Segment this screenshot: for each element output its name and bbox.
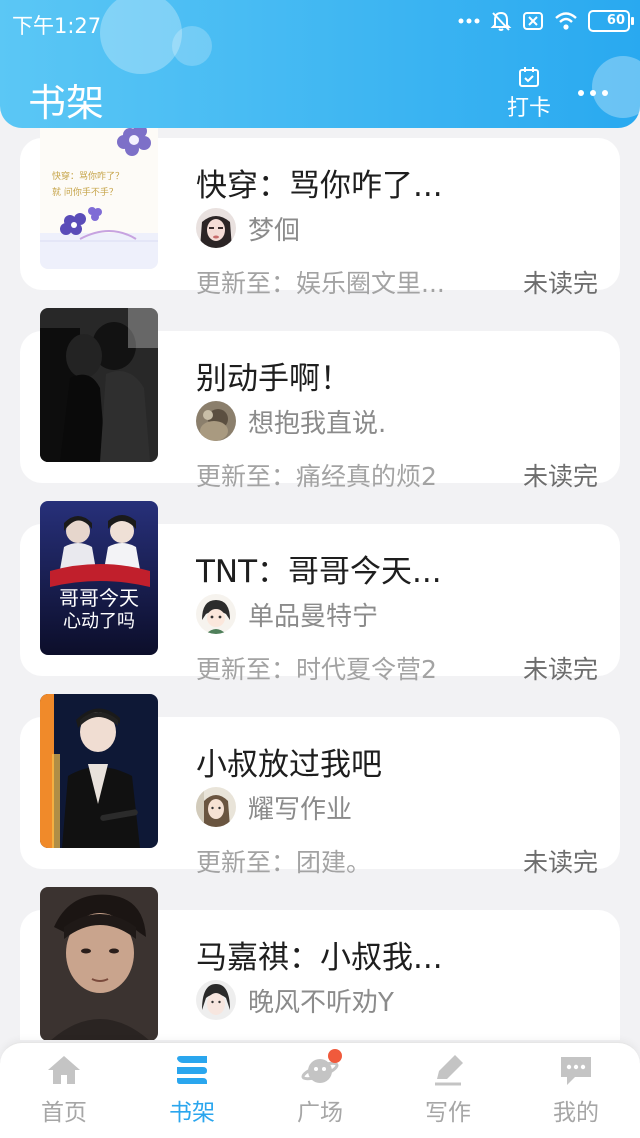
page-title: 书架 — [28, 81, 105, 125]
nav-label: 写作 — [425, 1100, 471, 1126]
book-card[interactable]: 别动手啊！ 想抱我直说. 更新至：痛经真的烦2 未读完 — [20, 308, 620, 491]
battery-icon: 60 — [588, 10, 634, 32]
book-cover[interactable] — [40, 887, 158, 1040]
author-name[interactable]: 晚风不听劝Y — [248, 982, 394, 1019]
cover-text: 就 问你手不手？ — [52, 186, 118, 198]
author-avatar[interactable] — [196, 980, 236, 1020]
book-title: 别动手啊！ — [196, 361, 351, 397]
book-card[interactable]: 马嘉祺：小叔我... 晚风不听劝Y — [20, 887, 620, 1040]
bottom-nav: 首页 书架 广场 写作 我的 — [0, 1042, 640, 1138]
app-header: 下午1:27 60 书架 打卡 — [0, 0, 640, 128]
read-status: 未读完 — [522, 269, 598, 298]
more-menu-button[interactable] — [578, 90, 608, 96]
status-icons: 60 — [458, 10, 634, 32]
checkin-label: 打卡 — [506, 96, 551, 121]
book-card[interactable]: 小叔放过我吧 耀写作业 更新至：团建。 未读完 — [20, 694, 620, 877]
home-icon — [48, 1056, 80, 1084]
read-status: 未读完 — [522, 848, 598, 877]
update-info: 更新至：团建。 — [196, 848, 372, 877]
checkin-button[interactable]: 打卡 — [505, 66, 553, 122]
nav-bookshelf[interactable]: 书架 — [142, 1053, 242, 1127]
book-card[interactable]: 快穿：骂你咋了？ 就 问你手不手？ 快穿：骂你咋了... 梦佪 更新至：娱乐圈文… — [20, 115, 620, 298]
bookshelf-list[interactable]: 快穿：骂你咋了？ 就 问你手不手？ 快穿：骂你咋了... 梦佪 更新至：娱乐圈文… — [0, 0, 640, 1040]
author-name[interactable]: 想抱我直说. — [248, 403, 386, 440]
update-info: 更新至：痛经真的烦2 — [196, 462, 437, 491]
author-name[interactable]: 单品曼特宁 — [248, 596, 378, 633]
author-name[interactable]: 耀写作业 — [248, 789, 352, 826]
notification-badge — [328, 1049, 342, 1063]
decor-bubble — [100, 0, 182, 74]
cover-subtitle: 心动了吗 — [63, 611, 135, 632]
nav-label: 首页 — [41, 1100, 87, 1126]
book-card[interactable]: 哥哥今天 心动了吗 TNT：哥哥今天... 单品曼特宁 更新至：时代夏令营2 未… — [20, 501, 620, 684]
book-title: 小叔放过我吧 — [196, 747, 382, 783]
read-status: 未读完 — [522, 462, 598, 491]
nav-square[interactable]: 广场 — [270, 1049, 370, 1127]
book-cover[interactable]: 哥哥今天 心动了吗 — [40, 501, 158, 655]
bell-muted-icon — [490, 11, 512, 31]
nav-write[interactable]: 写作 — [398, 1053, 498, 1127]
update-info: 更新至：娱乐圈文里... — [196, 269, 445, 298]
nav-home[interactable]: 首页 — [14, 1053, 114, 1127]
book-title: 马嘉祺：小叔我... — [196, 940, 443, 976]
pen-icon — [435, 1055, 463, 1086]
nav-label: 广场 — [297, 1100, 343, 1126]
book-title: 快穿：骂你咋了... — [196, 168, 443, 204]
cover-title: 哥哥今天 — [59, 586, 139, 610]
decor-bubble — [172, 26, 212, 66]
author-avatar[interactable] — [196, 594, 236, 634]
read-status: 未读完 — [522, 655, 598, 684]
nav-profile[interactable]: 我的 — [526, 1053, 626, 1127]
no-sim-icon — [523, 12, 543, 30]
status-time: 下午1:27 — [12, 14, 102, 38]
book-cover[interactable] — [40, 308, 158, 462]
book-cover[interactable]: 快穿：骂你咋了？ 就 问你手不手？ — [40, 115, 158, 269]
more-dots-icon — [458, 18, 480, 24]
nav-label: 我的 — [553, 1100, 599, 1126]
update-info: 更新至：时代夏令营2 — [196, 655, 437, 684]
book-cover[interactable] — [40, 694, 158, 848]
nav-label: 书架 — [169, 1100, 215, 1126]
bookshelf-icon — [177, 1056, 207, 1084]
author-avatar[interactable] — [196, 401, 236, 441]
author-avatar[interactable] — [196, 787, 236, 827]
cover-text: 快穿：骂你咋了？ — [52, 170, 124, 182]
chat-icon — [561, 1057, 591, 1085]
decor-bubble — [592, 56, 640, 118]
author-avatar[interactable] — [196, 208, 236, 248]
wifi-icon — [555, 12, 577, 30]
book-title: TNT：哥哥今天... — [196, 554, 442, 590]
calendar-check-icon — [519, 67, 539, 87]
author-name[interactable]: 梦佪 — [248, 210, 300, 247]
